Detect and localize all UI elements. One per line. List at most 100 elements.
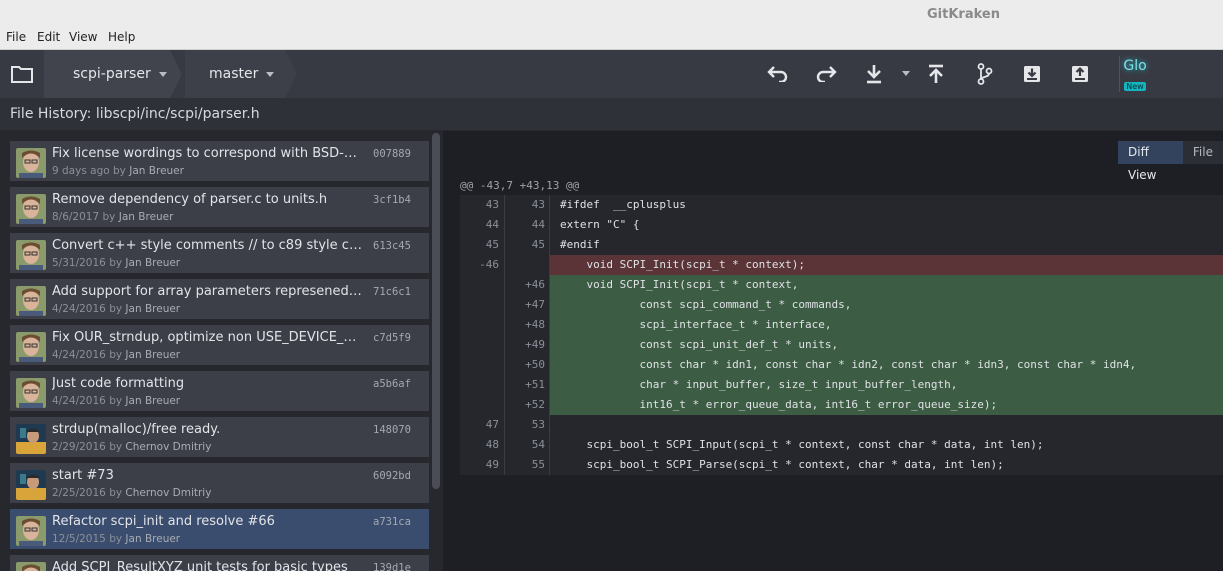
avatar [16,562,46,571]
file-history-header: File History: libscpi/inc/scpi/parser.h [0,98,1223,131]
branch-button[interactable] [965,50,1005,98]
commit-row[interactable]: Add SCPI_ResultXYZ unit tests for basic … [10,555,429,571]
avatar-image [16,240,46,270]
diff-line-context[interactable]: 49 55 scpi_bool_t SCPI_Parse(scpi_t * con… [460,455,1223,475]
undo-button[interactable] [758,50,798,98]
menu-file[interactable]: File [6,30,26,44]
avatar-image [16,286,46,316]
new-line-number: +52 [525,398,545,411]
commit-row[interactable]: strdup(malloc)/free ready. 2/29/2016 by C… [10,417,429,457]
redo-button[interactable] [806,50,846,98]
code-text: char * input_buffer, size_t input_buffer… [560,378,958,391]
repo-selector[interactable]: scpi-parser [44,50,170,98]
avatar [16,286,46,316]
commit-date: 2/29/2016 [52,441,106,453]
code-text: #ifdef __cplusplus [560,198,686,211]
diff-line-context[interactable]: 44 44 extern "C" { [460,215,1223,235]
branch-selector[interactable]: master [185,50,285,98]
commit-list-scrollbar[interactable] [432,133,440,489]
commit-author: Jan Breuer [129,165,184,177]
commit-by: by [113,165,126,177]
commit-row[interactable]: Fix OUR_strndup, optimize non USE_DEVICE… [10,325,429,365]
commit-message: Fix OUR_strndup, optimize non USE_DEVICE… [52,330,362,345]
commit-row[interactable]: Remove dependency of parser.c to units.h… [10,187,429,227]
commit-row[interactable]: Add support for array parameters represe… [10,279,429,319]
new-line-number: +47 [525,298,545,311]
commit-row[interactable]: Fix license wordings to correspond with … [10,141,429,181]
diff-line-added[interactable]: +47 const scpi_command_t * commands, [460,295,1223,315]
commit-author: Jan Breuer [118,211,174,223]
diff-line-added[interactable]: +50 const char * idn1, const char * idn2… [460,355,1223,375]
commit-date: 12/5/2015 [52,533,106,545]
commit-meta: 8/6/2017 by Jan Breuer [52,211,173,223]
diff-line-added[interactable]: +49 const scpi_unit_def_t * units, [460,335,1223,355]
commit-sha: 6092bd [373,470,411,482]
avatar [16,516,46,546]
diff-view-button[interactable]: Diff View [1118,141,1183,182]
menu-edit[interactable]: Edit [37,30,60,44]
push-icon [929,64,943,83]
new-line-number: 55 [531,458,545,471]
commit-row[interactable]: Convert c++ style comments // to c89 sty… [10,233,429,273]
commit-sha: c7d5f9 [373,332,411,344]
diff-line-added[interactable]: +48 scpi_interface_t * interface, [460,315,1223,335]
pull-options-dropdown[interactable] [902,71,910,76]
diff-line-removed[interactable]: -46 void SCPI_Init(scpi_t * context); [460,255,1223,275]
diff-line-context[interactable]: 48 54 scpi_bool_t SCPI_Input(scpi_t * con… [460,435,1223,455]
diff-line-context[interactable]: 45 45 #endif [460,235,1223,255]
new-line-number: 53 [531,418,545,431]
old-line-number: 48 [485,438,499,451]
diff-line-added[interactable]: +51 char * input_buffer, size_t input_bu… [460,375,1223,395]
commit-by: by [109,303,123,315]
commit-date: 4/24/2016 [52,395,106,407]
commit-message: start #73 [52,468,114,483]
commit-by: by [109,257,123,269]
commit-meta: 12/5/2015 by Jan Breuer [52,533,180,545]
commit-row[interactable]: Refactor scpi_init and resolve #66 12/5/2… [10,509,429,549]
commit-date: 4/24/2016 [52,349,106,361]
branch-icon [977,63,993,85]
commit-author: Jan Breuer [125,533,181,545]
commit-sha: 139d1e [373,562,411,571]
commit-list: Fix license wordings to correspond with … [0,131,443,571]
pop-button[interactable] [1060,50,1100,98]
menu-help[interactable]: Help [108,30,135,44]
commit-meta: 2/25/2016 by Chernov Dmitriy [52,487,211,499]
menu-view[interactable]: View [69,30,97,44]
avatar-image [16,148,46,178]
glo-label: Glo [1123,58,1147,74]
commit-author: Chernov Dmitriy [125,487,212,499]
diff-panel: Diff View File @@ -43,7 +43,13 @@ 43 43 #i… [443,131,1223,571]
commit-date: 8/6/2017 [52,211,100,223]
commit-message: Add support for array parameters represe… [52,284,362,299]
commit-row[interactable]: start #73 2/25/2016 by Chernov Dmitriy 609… [10,463,429,503]
diff-line-context[interactable]: 47 53 [460,415,1223,435]
old-line-number: 47 [485,418,499,431]
avatar-image [16,194,46,224]
code-text: void SCPI_Init(scpi_t * context, [560,278,799,291]
commit-author: Jan Breuer [125,395,181,407]
commit-meta: 4/24/2016 by Jan Breuer [52,349,180,361]
avatar-image [16,424,46,454]
avatar-image [16,332,46,362]
commit-meta: 2/29/2016 by Chernov Dmitriy [52,441,211,453]
diff-line-added[interactable]: +52 int16_t * error_queue_data, int16_t … [460,395,1223,415]
commit-message: Convert c++ style comments // to c89 sty… [52,238,362,253]
new-line-number: 44 [531,218,545,231]
commit-row[interactable]: Just code formatting 4/24/2016 by Jan Bre… [10,371,429,411]
file-view-button[interactable]: File [1182,141,1223,164]
stash-button[interactable] [1012,50,1052,98]
new-badge: New [1124,82,1146,91]
commit-message: strdup(malloc)/free ready. [52,422,221,437]
code-text: void SCPI_Init(scpi_t * context); [560,258,806,271]
push-button[interactable] [916,50,956,98]
pull-button[interactable] [854,50,894,98]
diff-line-added[interactable]: +46 void SCPI_Init(scpi_t * context, [460,275,1223,295]
open-repo-button[interactable] [0,50,44,98]
glo-button[interactable]: Glo New [1122,58,1148,93]
folder-icon [11,66,33,83]
diff-line-context[interactable]: 43 43 #ifdef __cplusplus [460,195,1223,215]
avatar-image [16,516,46,546]
commit-by: by [109,441,123,453]
commit-author: Jan Breuer [125,349,181,361]
